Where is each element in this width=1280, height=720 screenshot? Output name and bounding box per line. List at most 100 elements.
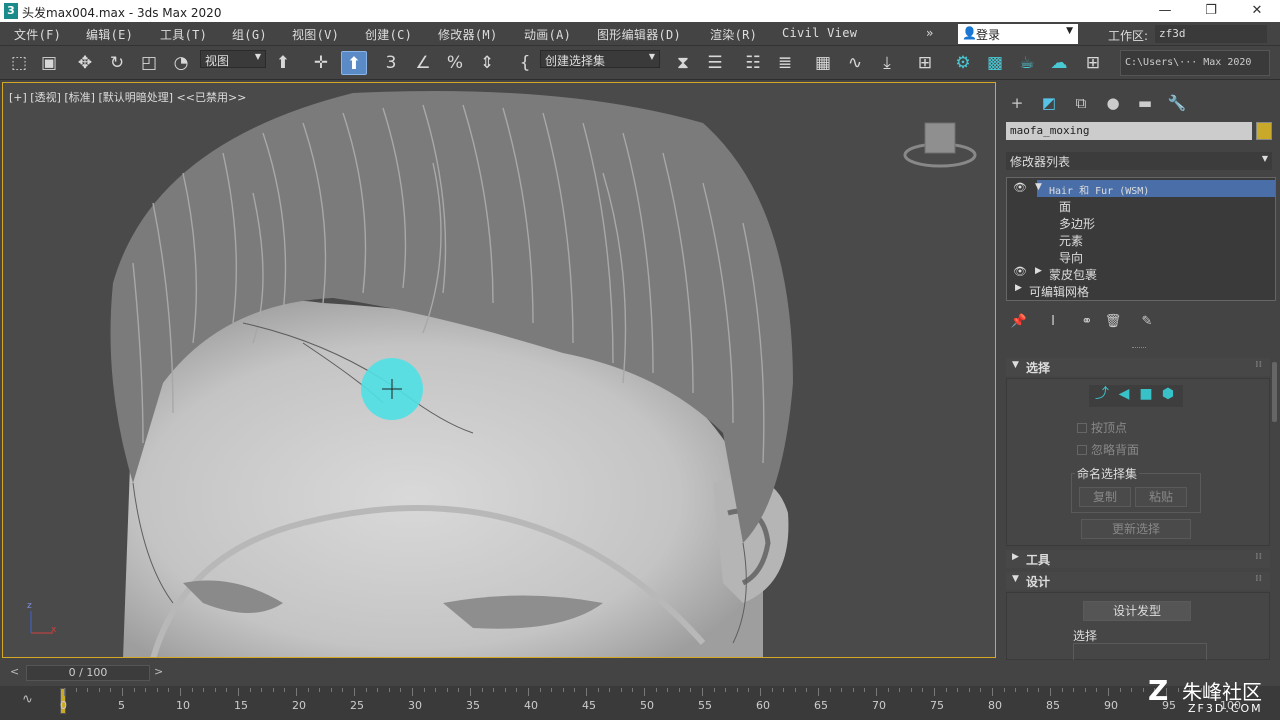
stack-item-guide[interactable]: 导向: [1007, 248, 1275, 265]
move-icon[interactable]: ✥: [72, 51, 98, 75]
resize-handle[interactable]: [1132, 347, 1146, 350]
project-path-field[interactable]: C:\Users\··· Max 2020: [1120, 50, 1270, 76]
update-selection-button[interactable]: 更新选择: [1081, 519, 1191, 539]
render-frame-icon[interactable]: ▩: [982, 51, 1008, 75]
reference-coord-select[interactable]: 视图 ▼: [200, 50, 266, 68]
eye-icon[interactable]: 👁: [1013, 265, 1027, 278]
by-vertex-checkbox[interactable]: 按顶点: [1077, 419, 1127, 436]
remove-modifier-icon[interactable]: 🗑: [1104, 314, 1122, 332]
render-icon[interactable]: ☕: [1014, 51, 1040, 75]
menu-modifiers[interactable]: 修改器(M): [438, 26, 497, 43]
scale-icon[interactable]: ◰: [136, 51, 162, 75]
schematic-view-icon[interactable]: ⤓: [874, 51, 900, 75]
maximize-button[interactable]: ❐: [1188, 0, 1234, 22]
perspective-viewport[interactable]: [+] [透视] [标准] [默认明暗处理] <<已禁用>> x z: [2, 82, 996, 658]
mirror-icon[interactable]: ⧗: [670, 51, 696, 75]
scene-explorer-icon[interactable]: ☷: [740, 51, 766, 75]
rollout-tools-header[interactable]: ▶ 工具 ⁞⁞: [1006, 550, 1270, 568]
close-button[interactable]: ✕: [1234, 0, 1280, 22]
hierarchy-tab-icon[interactable]: ⧉: [1070, 92, 1092, 114]
rotate-icon[interactable]: ↻: [104, 51, 130, 75]
select-region-icon[interactable]: ⬚: [6, 51, 32, 75]
next-frame-icon[interactable]: >: [154, 665, 163, 678]
motion-tab-icon[interactable]: ●: [1102, 92, 1124, 114]
expand-arrow-icon[interactable]: ▶: [1035, 266, 1042, 276]
render-grid-icon[interactable]: ⊞: [1080, 51, 1106, 75]
menu-civil-view[interactable]: Civil View: [782, 26, 857, 40]
menu-create[interactable]: 创建(C): [365, 26, 412, 43]
menu-views[interactable]: 视图(V): [292, 26, 339, 43]
utilities-tab-icon[interactable]: 🔧: [1166, 92, 1188, 114]
rollout-select-header[interactable]: ▼ 选择 ⁞⁞: [1006, 358, 1270, 376]
menu-edit[interactable]: 编辑(E): [86, 26, 133, 43]
material-editor-icon[interactable]: ⊞: [912, 51, 938, 75]
object-color-swatch[interactable]: [1256, 122, 1272, 140]
panel-scrollbar[interactable]: [1272, 362, 1277, 422]
stack-item-editable-mesh[interactable]: ▶ 可编辑网格: [1007, 282, 1275, 299]
stack-item-hair-fur[interactable]: Hair 和 Fur (WSM): [1037, 180, 1275, 197]
create-tab-icon[interactable]: +: [1006, 92, 1028, 114]
layer-explorer-icon[interactable]: ≣: [772, 51, 798, 75]
minimize-button[interactable]: —: [1142, 0, 1188, 22]
menu-tools[interactable]: 工具(T): [160, 26, 207, 43]
select-manipulate-icon[interactable]: ✛: [308, 51, 334, 75]
render-setup-icon[interactable]: ⚙: [950, 51, 976, 75]
stack-item-element[interactable]: 元素: [1007, 231, 1275, 248]
menu-group[interactable]: 组(G): [232, 26, 267, 43]
copy-button[interactable]: 复制: [1079, 487, 1131, 507]
modifier-list-dropdown[interactable]: 修改器列表 ▼: [1006, 152, 1272, 170]
align-icon[interactable]: ☰: [702, 51, 728, 75]
percent-snap-icon[interactable]: %: [442, 51, 468, 75]
viewport-label[interactable]: [+] [透视] [标准] [默认明暗处理] <<已禁用>>: [9, 89, 246, 105]
ribbon-icon[interactable]: ▦: [810, 51, 836, 75]
named-selection-icon[interactable]: {: [512, 51, 538, 75]
menu-file[interactable]: 文件(F): [14, 26, 61, 43]
menu-overflow[interactable]: »: [926, 26, 934, 40]
placement-icon[interactable]: ◔: [168, 51, 194, 75]
timeline-tick-label: 65: [814, 699, 828, 712]
menu-graph-editors[interactable]: 图形编辑器(D): [597, 26, 681, 43]
pin-stack-icon[interactable]: 📌: [1010, 314, 1028, 332]
snap-toggle-icon[interactable]: 3: [378, 51, 404, 75]
track-bar[interactable]: ∿ 0 5 10 15 20 25 30 35 40 45 50 55 60 65 70 75 80 85 90 95…: [0, 686, 1280, 720]
polygon-subobject-icon[interactable]: ■: [1137, 385, 1155, 403]
prev-frame-icon[interactable]: <: [10, 665, 19, 678]
time-slider[interactable]: 0 / 100: [26, 665, 150, 681]
workspace-select[interactable]: zf3d: [1155, 25, 1267, 43]
configure-sets-icon[interactable]: ✎: [1138, 314, 1156, 332]
viewcube[interactable]: [903, 122, 977, 168]
keyboard-shortcut-icon[interactable]: ⬆: [341, 51, 367, 75]
timeline-tick: [261, 688, 263, 692]
design-hair-button[interactable]: 设计发型: [1083, 601, 1191, 621]
timeline-tick: [632, 688, 634, 692]
angle-snap-icon[interactable]: ∠: [410, 51, 436, 75]
menu-animation[interactable]: 动画(A): [524, 26, 571, 43]
element-subobject-icon[interactable]: ⬢: [1159, 385, 1177, 403]
collapse-arrow-icon[interactable]: ▼: [1035, 182, 1042, 192]
window-crossing-icon[interactable]: ▣: [36, 51, 62, 75]
pivot-icon[interactable]: ⬆: [270, 51, 296, 75]
expand-arrow-icon[interactable]: ▶: [1015, 283, 1022, 293]
eye-icon[interactable]: 👁: [1013, 181, 1027, 194]
show-end-result-icon[interactable]: Ⅰ: [1044, 314, 1062, 332]
spinner-snap-icon[interactable]: ⇕: [474, 51, 500, 75]
guide-subobject-icon[interactable]: ⤴: [1093, 385, 1111, 403]
stack-item-skin-wrap[interactable]: 👁 ▶ 蒙皮包裹: [1007, 265, 1275, 282]
object-name-field[interactable]: maofa_moxing: [1006, 122, 1252, 140]
menu-rendering[interactable]: 渲染(R): [710, 26, 757, 43]
login-dropdown[interactable]: 👤 登录 ▼: [958, 24, 1078, 44]
render-cloud-icon[interactable]: ☁: [1046, 51, 1072, 75]
stack-item-face[interactable]: 面: [1007, 197, 1275, 214]
paste-button[interactable]: 粘贴: [1135, 487, 1187, 507]
selection-set-select[interactable]: 创建选择集 ▼: [540, 50, 660, 68]
face-subobject-icon[interactable]: ◀: [1115, 385, 1133, 403]
curve-editor-icon[interactable]: ∿: [842, 51, 868, 75]
curve-editor-mini-icon[interactable]: ∿: [22, 692, 33, 707]
modify-tab-icon[interactable]: ◩: [1038, 92, 1060, 114]
display-tab-icon[interactable]: ▬: [1134, 92, 1156, 114]
timeline-tick-label: 10: [176, 699, 190, 712]
ignore-backface-checkbox[interactable]: 忽略背面: [1077, 441, 1139, 458]
make-unique-icon[interactable]: ⚭: [1078, 314, 1096, 332]
stack-item-polygon[interactable]: 多边形: [1007, 214, 1275, 231]
rollout-design-header[interactable]: ▼ 设计 ⁞⁞: [1006, 572, 1270, 590]
